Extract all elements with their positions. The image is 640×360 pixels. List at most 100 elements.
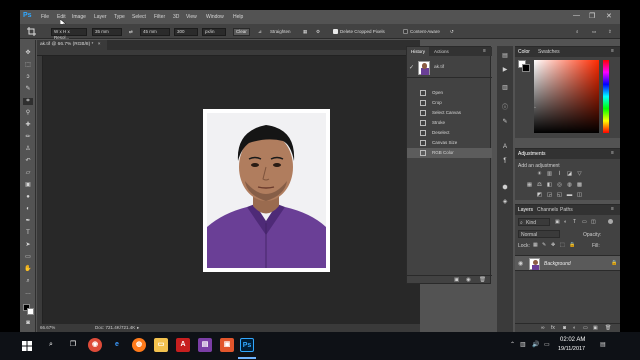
network-icon[interactable]: ▥	[520, 341, 526, 348]
move-tool-icon[interactable]: ✥	[23, 50, 33, 57]
exposure-adjustment-icon[interactable]: ◪	[566, 171, 573, 178]
dodge-tool-icon[interactable]: ◐	[23, 206, 33, 213]
vibrance-adjustment-icon[interactable]: ▽	[576, 171, 583, 178]
selective-color-adjustment-icon[interactable]: ◫	[576, 192, 583, 199]
ratio-select[interactable]: W x H x Resol...	[51, 28, 87, 40]
photo-filter-adjustment-icon[interactable]: ◎	[556, 182, 563, 189]
menu-3d[interactable]: 3D	[173, 14, 179, 20]
width-field[interactable]: 35 mm	[92, 28, 122, 36]
history-item-selected[interactable]: RGB Color	[407, 148, 492, 158]
delete-cropped-checkbox[interactable]	[333, 29, 338, 34]
swap-icon[interactable]: ⇄	[129, 29, 133, 35]
content-aware-checkbox[interactable]	[403, 29, 408, 34]
lock-transparent-icon[interactable]: ▦	[533, 242, 538, 248]
tab-channels[interactable]: Channels	[537, 207, 558, 213]
adjustments-menu-icon[interactable]: ≡	[611, 150, 614, 156]
link-layers-icon[interactable]: ∞	[541, 325, 545, 331]
gradient-tool-icon[interactable]: ▣	[23, 182, 33, 189]
black-white-adjustment-icon[interactable]: ◧	[546, 182, 553, 189]
menu-image[interactable]: Image	[72, 14, 86, 20]
color-picker-field[interactable]	[534, 60, 599, 133]
status-menu-arrow-icon[interactable]: ▸	[137, 324, 139, 332]
tab-actions[interactable]: Actions	[430, 47, 453, 56]
libraries-icon[interactable]: ⬢	[500, 184, 510, 192]
new-document-from-state-icon[interactable]: ▣	[454, 277, 459, 283]
color-panel-menu-icon[interactable]: ≡	[611, 48, 614, 54]
color-balance-adjustment-icon[interactable]: ⚖	[536, 182, 543, 189]
crop-tool-icon[interactable]	[27, 27, 36, 36]
layer-visibility-eye-icon[interactable]: ◉	[518, 260, 523, 267]
brush-settings-icon[interactable]: ✎	[500, 118, 510, 126]
zoom-level[interactable]: 66.67%	[40, 324, 55, 332]
history-item[interactable]: Deselect	[407, 128, 492, 138]
filter-pixel-icon[interactable]: ▣	[555, 219, 560, 225]
3d-icon[interactable]: ◈	[500, 198, 510, 206]
reset-icon[interactable]: ↺	[450, 29, 454, 35]
curves-adjustment-icon[interactable]: ⌇	[556, 171, 563, 178]
filter-adjustment-icon[interactable]: ◐	[564, 219, 567, 225]
menu-type[interactable]: Type	[114, 14, 125, 20]
menu-window[interactable]: Window	[206, 14, 224, 20]
filter-smart-object-icon[interactable]: ◫	[591, 219, 596, 225]
channel-mixer-adjustment-icon[interactable]: ◍	[566, 182, 573, 189]
search-icon[interactable]: ⌕	[44, 338, 58, 352]
file-explorer-icon[interactable]: ▭	[154, 338, 168, 352]
paragraph-icon[interactable]: ¶	[500, 158, 510, 166]
lock-image-icon[interactable]: ✎	[542, 242, 546, 248]
close-tab-icon[interactable]: ×	[98, 42, 101, 47]
filter-shape-icon[interactable]: ▭	[582, 219, 587, 225]
history-item[interactable]: Crop	[407, 98, 492, 108]
lock-all-icon[interactable]: 🔒	[569, 242, 575, 248]
menu-view[interactable]: View	[186, 14, 197, 20]
type-tool-icon[interactable]: T	[23, 230, 33, 237]
chrome-icon[interactable]: ◉	[88, 338, 102, 352]
color-panel-background-swatch[interactable]	[522, 64, 530, 72]
lasso-tool-icon[interactable]: ↄ	[23, 74, 33, 81]
task-view-icon[interactable]: ❐	[66, 338, 80, 352]
blend-mode-select[interactable]: Normal	[518, 230, 560, 238]
actions-play-icon[interactable]: ▶	[500, 66, 510, 74]
quick-mask-icon[interactable]: ◙	[23, 320, 33, 327]
notifications-icon[interactable]: ▤	[600, 341, 606, 348]
tab-color[interactable]: Color	[518, 49, 530, 55]
tab-swatches[interactable]: Swatches	[538, 49, 560, 55]
quick-select-tool-icon[interactable]: ✎	[23, 86, 33, 93]
resolution-field[interactable]: 300	[174, 28, 198, 36]
properties-icon[interactable]: ▥	[500, 84, 510, 92]
share-icon[interactable]: ⇪	[608, 29, 612, 35]
tab-paths[interactable]: Paths	[560, 207, 573, 213]
height-field[interactable]: 45 mm	[140, 28, 170, 36]
tab-history[interactable]: History	[407, 47, 430, 56]
tab-layers[interactable]: Layers	[518, 207, 533, 213]
eyedropper-tool-icon[interactable]: ⚲	[23, 110, 33, 117]
brush-tool-icon[interactable]: ✏	[23, 134, 33, 141]
color-lookup-adjustment-icon[interactable]: ▩	[576, 182, 583, 189]
acrobat-icon[interactable]: A	[176, 338, 190, 352]
eraser-tool-icon[interactable]: ▱	[23, 170, 33, 177]
workspace-search-icon[interactable]: ⌕	[576, 29, 579, 34]
hue-saturation-adjustment-icon[interactable]: ▦	[526, 182, 533, 189]
filter-type-icon[interactable]: T	[573, 219, 576, 225]
threshold-adjustment-icon[interactable]: ◱	[556, 192, 563, 199]
clear-button[interactable]: Clear	[233, 28, 250, 36]
new-layer-icon[interactable]: ▣	[593, 325, 598, 331]
invert-adjustment-icon[interactable]: ◩	[536, 192, 543, 199]
rectangle-tool-icon[interactable]: ▭	[23, 254, 33, 261]
hue-slider[interactable]	[603, 60, 609, 133]
minimize-button[interactable]: —	[573, 12, 580, 19]
gradient-map-adjustment-icon[interactable]: ▬	[566, 192, 573, 199]
new-adjustment-layer-icon[interactable]: ◐	[573, 325, 576, 331]
menu-select[interactable]: Select	[132, 14, 146, 20]
healing-brush-tool-icon[interactable]: ✚	[23, 122, 33, 129]
windows-start-icon[interactable]	[22, 341, 32, 351]
document-tab[interactable]: ak.tif @ 66.7% (RGB/8) * ×	[37, 40, 107, 50]
filter-toggle[interactable]	[608, 219, 613, 224]
menu-file[interactable]: File	[41, 14, 49, 20]
firefox-icon[interactable]: ◍	[132, 338, 146, 352]
more-tools-icon[interactable]: …	[23, 290, 33, 297]
menu-filter[interactable]: Filter	[154, 14, 165, 20]
workspace-icon[interactable]: ▭	[592, 29, 596, 35]
trash-icon[interactable]: 🗑	[479, 277, 486, 283]
layer-filter-kind-select[interactable]: ⌕ Kind	[518, 218, 550, 226]
clock-time[interactable]: 02:02 AM	[560, 337, 585, 343]
